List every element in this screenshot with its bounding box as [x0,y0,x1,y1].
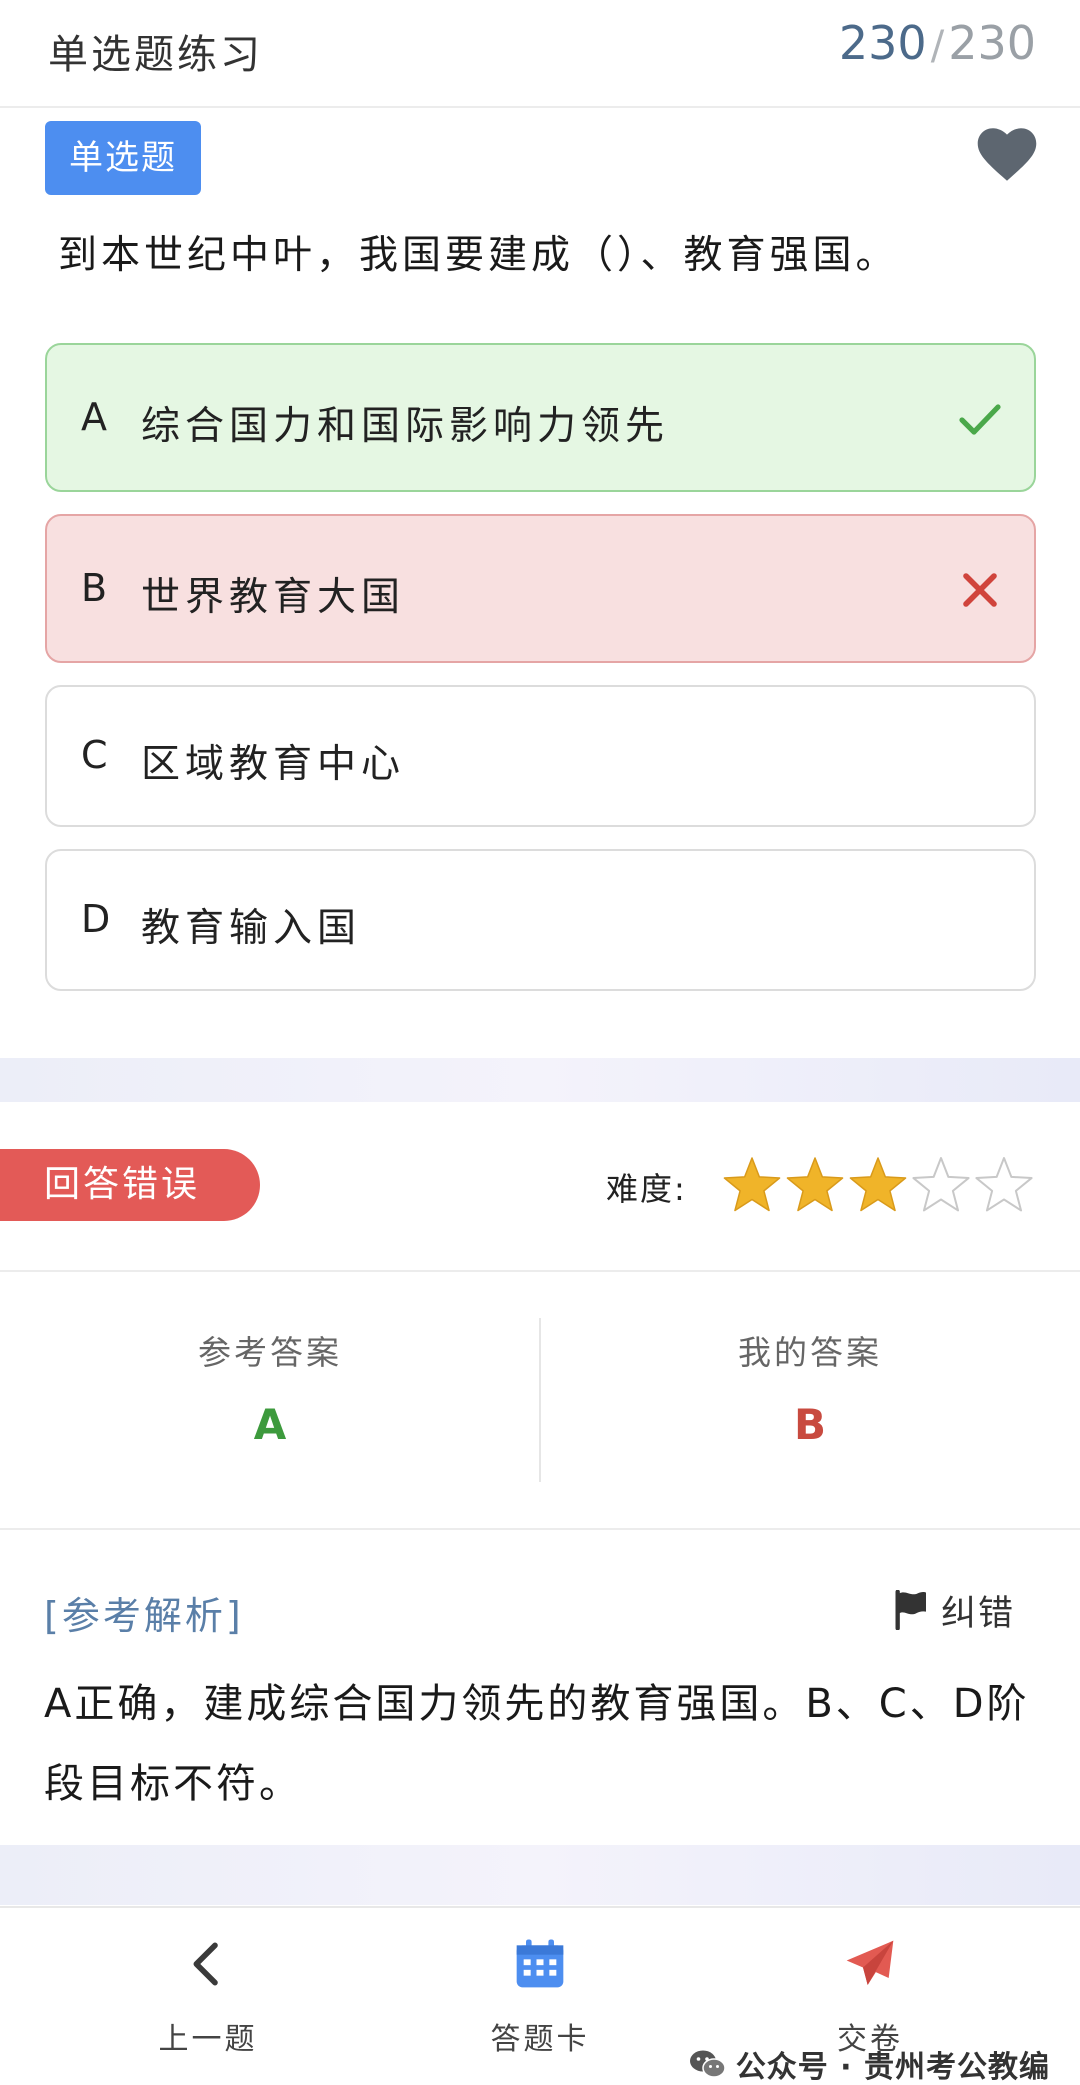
wechat-icon [689,2050,726,2078]
calendar-icon [516,1939,564,1988]
option-letter: D [81,897,111,941]
option-b[interactable]: B 世界教育大国 [45,514,1036,663]
option-text: 综合国力和国际影响力领先 [141,404,670,449]
reference-answer-value: A [253,1400,287,1449]
divider [0,1528,1080,1530]
star-empty-icon [975,1157,1033,1212]
answer-card-button[interactable]: 答题卡 [420,1908,660,2085]
option-text: 区域教育中心 [141,742,406,787]
progress-separator: / [930,23,945,69]
option-letter: B [81,566,108,610]
watermark-text: 公众号 · 贵州考公教编 [735,2050,1050,2085]
my-answer-value: B [793,1400,826,1449]
star-filled-icon [786,1157,844,1212]
favorite-heart-icon[interactable] [976,126,1038,182]
option-letter: C [81,733,108,777]
analysis-text: A正确，建成综合国力领先的教育强国。B、C、D阶段目标不符。 [44,1681,1030,1807]
answer-card-label: 答题卡 [490,2022,590,2057]
section-separator [0,1058,1080,1102]
option-d[interactable]: D 教育输入国 [45,849,1036,991]
reference-answer-label: 参考答案 [198,1333,342,1372]
report-error-label: 纠错 [941,1593,1016,1634]
previous-question-label: 上一题 [158,2022,258,2057]
watermark: 公众号 · 贵州考公教编 [688,2044,1050,2085]
result-badge: 回答错误 [0,1149,260,1221]
divider [0,1270,1080,1272]
top-bar: 单选题练习 230/230 [0,0,1080,108]
star-filled-icon [723,1157,781,1212]
page-title: 单选题练习 [48,32,263,78]
option-c[interactable]: C 区域教育中心 [45,685,1036,827]
current-question-number: 230 [838,16,927,70]
check-icon [959,404,1001,435]
option-letter: A [81,395,107,439]
my-answer-label: 我的答案 [738,1333,882,1372]
option-a[interactable]: A 综合国力和国际影响力领先 [45,343,1036,492]
paper-plane-icon [846,1940,894,1985]
report-error-button[interactable]: 纠错 [893,1585,1015,1635]
question-type-badge: 单选题 [45,121,201,195]
option-text: 世界教育大国 [141,575,406,620]
cross-icon [963,573,997,607]
difficulty-label: 难度: [606,1170,687,1208]
previous-question-button[interactable]: 上一题 [88,1908,328,2085]
total-question-count: 230 [948,16,1036,70]
difficulty-stars [723,1157,1033,1212]
section-separator [0,1845,1080,1905]
question-progress: 230/230 [839,16,1036,70]
analysis-title: [参考解析] [44,1594,244,1638]
star-empty-icon [912,1157,970,1212]
chevron-left-icon [193,1942,218,1986]
option-text: 教育输入国 [141,906,362,951]
star-filled-icon [849,1157,907,1212]
flag-icon [895,1590,926,1630]
question-text: 到本世纪中叶，我国要建成（）、教育强国。 [58,233,899,278]
